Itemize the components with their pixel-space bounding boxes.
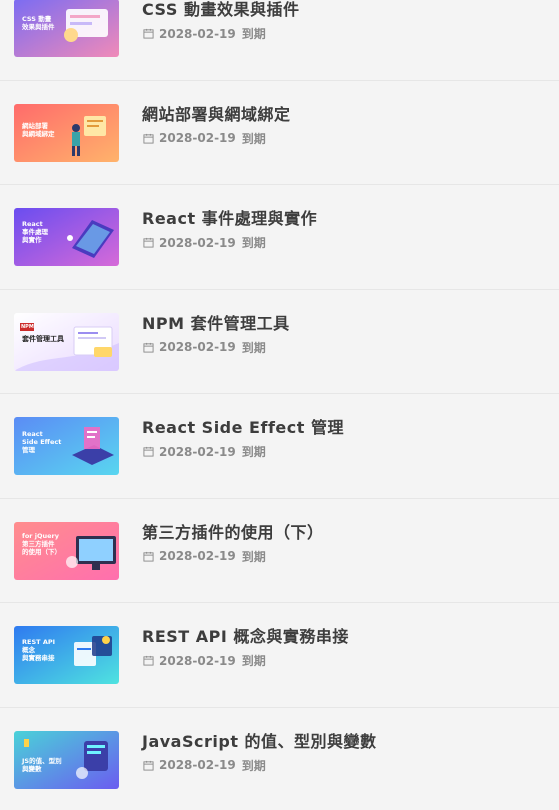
course-title[interactable]: 第三方插件的使用（下） [142, 519, 324, 543]
course-expiry: 2028-02-19 到期 [143, 652, 266, 669]
expiry-status: 到期 [241, 27, 266, 41]
calendar-icon [143, 237, 154, 248]
calendar-icon [143, 342, 154, 353]
course-thumbnail[interactable]: NPM 套件管理工具 [14, 312, 119, 371]
course-row[interactable]: CSS 動畫 效果與插件 CSS 動畫效果與插件 2028-02-19 到期 [0, 0, 559, 81]
thumbnail-badge: NPM [21, 323, 34, 330]
expiry-status: 到期 [241, 549, 266, 564]
course-thumbnail[interactable]: React 事件處理 與實作 [14, 208, 119, 266]
course-row[interactable]: NPM 套件管理工具 NPM 套件管理工具 2028-02-19 到期 [0, 289, 559, 394]
course-title[interactable]: JavaScript 的值、型別與變數 [142, 728, 377, 752]
expiry-status: 到期 [241, 236, 266, 250]
calendar-icon [143, 133, 154, 144]
course-expiry: 2028-02-19 到期 [143, 234, 266, 251]
course-title[interactable]: NPM 套件管理工具 [142, 310, 290, 334]
course-thumbnail[interactable]: CSS 動畫 效果與插件 [14, 0, 119, 57]
expiry-date: 2028-02-19 [159, 444, 236, 459]
expiry-date: 2028-02-19 [159, 235, 236, 250]
course-row[interactable]: React Side Effect 管理 React Side Effect 管… [0, 394, 559, 499]
course-row[interactable]: 網站部署 與網域綁定 網站部署與網域綁定 2028-02-19 到期 [0, 80, 559, 185]
course-expiry: 2028-02-19 到期 [143, 548, 266, 565]
expiry-date: 2028-02-19 [159, 653, 236, 668]
thumbnail-text: 套件管理工具 [22, 334, 64, 343]
course-row[interactable]: for jQuery 第三方插件 的使用（下） 第三方插件的使用（下） 2028… [0, 498, 559, 603]
thumbnail-text: React 事件處理 與實作 [22, 220, 48, 244]
course-expiry: 2028-02-19 到期 [143, 339, 266, 356]
course-expiry: 2028-02-19 到期 [143, 443, 266, 460]
thumbnail-text: 網站部署 與網域綁定 [22, 121, 55, 138]
expiry-status: 到期 [241, 758, 266, 773]
course-thumbnail[interactable]: REST API 概念 與實務串接 [14, 626, 119, 684]
course-expiry: 2028-02-19 到期 [143, 25, 266, 42]
course-expiry: 2028-02-19 到期 [143, 757, 266, 774]
thumbnail-text: CSS 動畫 效果與插件 [22, 15, 55, 31]
course-title[interactable]: React 事件處理與實作 [142, 205, 317, 229]
course-title[interactable]: REST API 概念與實務串接 [142, 623, 349, 647]
course-title[interactable]: React Side Effect 管理 [142, 414, 344, 438]
course-row[interactable]: JS的值、型別 與變數 JavaScript 的值、型別與變數 2028-02-… [0, 707, 559, 810]
course-thumbnail[interactable]: JS的值、型別 與變數 [14, 730, 119, 789]
expiry-date: 2028-02-19 [159, 340, 236, 354]
course-row[interactable]: REST API 概念 與實務串接 REST API 概念與實務串接 2028-… [0, 603, 559, 708]
course-row[interactable]: React 事件處理 與實作 React 事件處理與實作 2028-02-19 … [0, 185, 559, 290]
thumbnail-text: React Side Effect 管理 [22, 430, 62, 454]
course-thumbnail[interactable]: for jQuery 第三方插件 的使用（下） [14, 521, 119, 580]
calendar-icon [143, 760, 154, 771]
expiry-date: 2028-02-19 [159, 758, 236, 772]
thumbnail-text: for jQuery 第三方插件 的使用（下） [22, 531, 61, 556]
calendar-icon [143, 655, 154, 666]
expiry-date: 2028-02-19 [159, 549, 236, 563]
course-expiry: 2028-02-19 到期 [143, 130, 266, 147]
calendar-icon [143, 446, 154, 457]
expiry-date: 2028-02-19 [159, 131, 236, 145]
thumbnail-text: REST API 概念 與實務串接 [22, 638, 56, 662]
expiry-date: 2028-02-19 [159, 26, 236, 41]
expiry-status: 到期 [241, 131, 266, 146]
course-thumbnail[interactable]: 網站部署 與網域綁定 [14, 103, 119, 162]
thumbnail-text: JS的值、型別 與變數 [22, 756, 62, 773]
course-list: CSS 動畫 效果與插件 CSS 動畫效果與插件 2028-02-19 到期 網… [0, 0, 559, 810]
calendar-icon [143, 28, 154, 39]
calendar-icon [143, 551, 154, 562]
expiry-status: 到期 [241, 445, 266, 459]
expiry-status: 到期 [241, 654, 266, 668]
course-title[interactable]: 網站部署與網域綁定 [142, 101, 291, 125]
course-title[interactable]: CSS 動畫效果與插件 [142, 0, 299, 20]
expiry-status: 到期 [241, 340, 266, 355]
course-thumbnail[interactable]: React Side Effect 管理 [14, 417, 119, 475]
